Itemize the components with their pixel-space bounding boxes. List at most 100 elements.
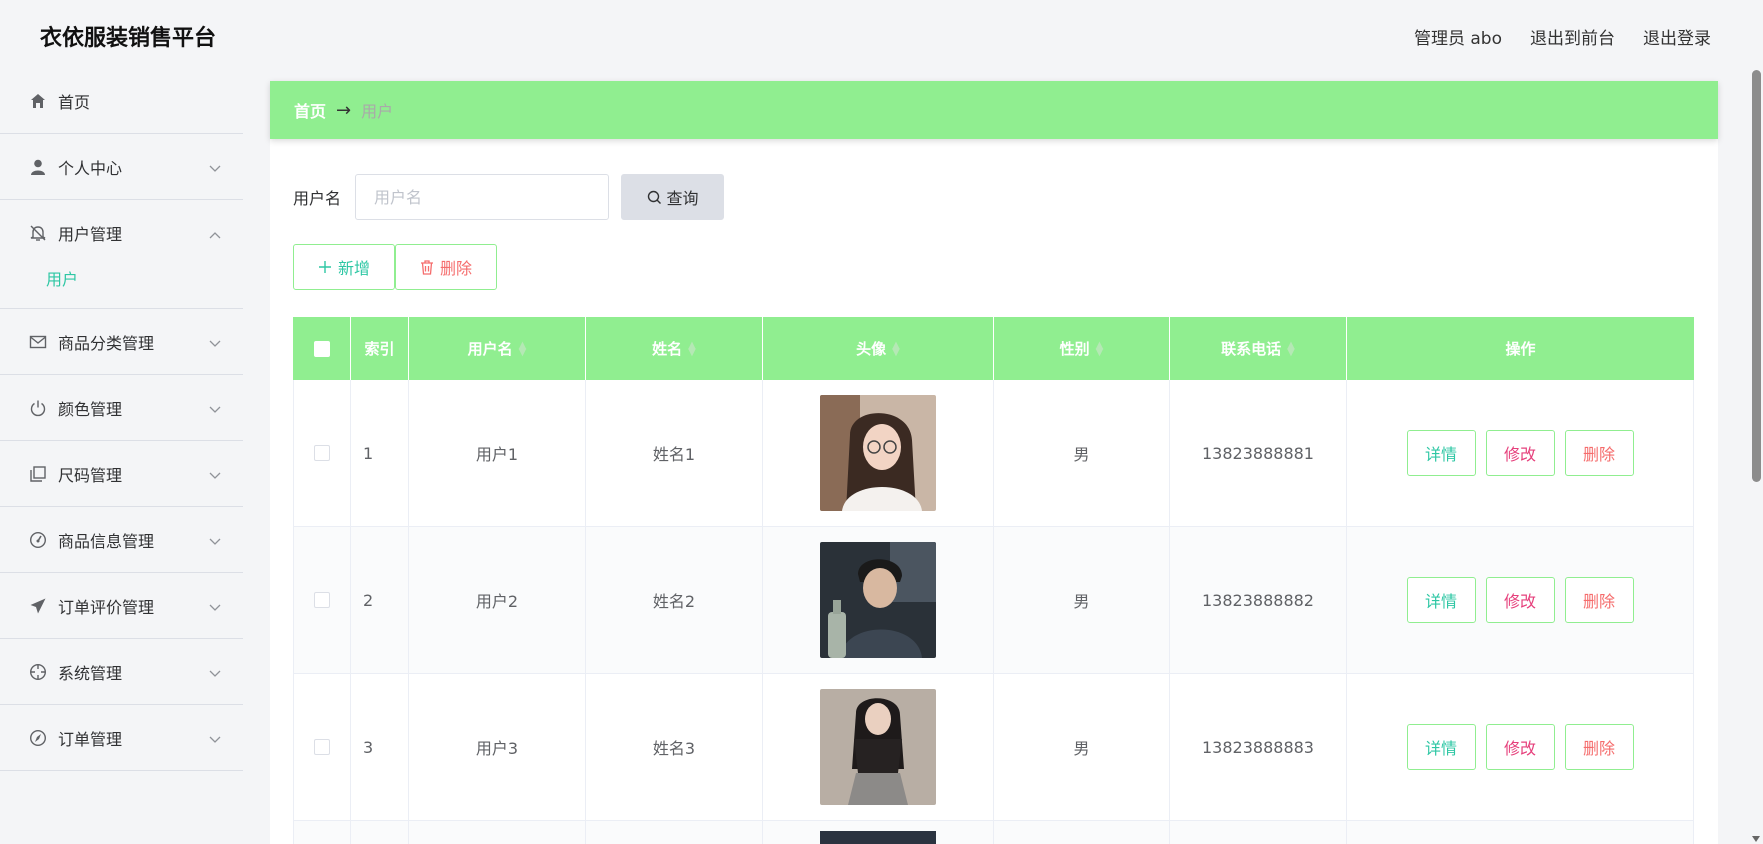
- compass-icon: [28, 728, 48, 748]
- chevron-down-icon: [209, 333, 221, 352]
- sidebar-item-home[interactable]: 首页: [0, 68, 243, 134]
- delete-button[interactable]: 删除: [1564, 577, 1634, 623]
- row-index: [351, 821, 409, 844]
- table-row: [293, 821, 1694, 844]
- sidebar-item-label: 用户管理: [58, 225, 123, 244]
- row-avatar-cell: [763, 527, 994, 673]
- add-button-label: 新增: [337, 259, 370, 278]
- edit-button[interactable]: 修改: [1485, 724, 1555, 770]
- sidebar-item-label: 系统管理: [58, 663, 123, 683]
- admin-label[interactable]: 管理员 abo: [1414, 24, 1502, 49]
- bell-off-icon: [28, 223, 48, 243]
- col-phone-label: 联系电话: [1221, 340, 1282, 358]
- table-row: 2 用户2 姓名2 男 13823888882 详情 修改 删除: [293, 527, 1694, 674]
- sidebar-item-label: 商品分类管理: [58, 333, 155, 353]
- sidebar-item-system-management[interactable]: 系统管理: [0, 639, 243, 705]
- row-actions: 详情 修改 删除: [1347, 527, 1694, 673]
- row-select-cell: [293, 674, 351, 820]
- row-checkbox[interactable]: [314, 445, 330, 461]
- col-name-label: 姓名: [652, 340, 683, 358]
- chevron-down-icon: [209, 729, 221, 748]
- row-select-cell: [293, 821, 351, 844]
- sidebar-item-size-management[interactable]: 尺码管理: [0, 441, 243, 507]
- delete-button[interactable]: 删除: [1564, 430, 1634, 476]
- top-links: 管理员 abo 退出到前台 退出登录: [1414, 24, 1711, 49]
- chevron-down-icon: [209, 399, 221, 418]
- sidebar-item-review-management[interactable]: 订单评价管理: [0, 573, 243, 639]
- sidebar-item-product-info-management[interactable]: 商品信息管理: [0, 507, 243, 573]
- sidebar-item-color-management[interactable]: 颜色管理: [0, 375, 243, 441]
- logout-link[interactable]: 退出登录: [1643, 24, 1711, 49]
- page-scrollbar[interactable]: [1750, 68, 1763, 844]
- edit-button[interactable]: 修改: [1485, 430, 1555, 476]
- delete-button-label: 删除: [439, 259, 472, 278]
- row-select-cell: [293, 380, 351, 526]
- sort-icon[interactable]: ▲ ▼: [1096, 340, 1104, 357]
- row-actions: [1347, 821, 1694, 844]
- row-username: 用户2: [409, 527, 586, 673]
- exit-to-front-link[interactable]: 退出到前台: [1530, 24, 1615, 49]
- batch-delete-button[interactable]: 删除: [395, 244, 497, 290]
- sidebar-subitem-users[interactable]: 用户: [0, 266, 243, 308]
- scroll-down-arrow-icon[interactable]: [1752, 836, 1760, 842]
- row-select-cell: [293, 527, 351, 673]
- row-gender: 男: [994, 527, 1170, 673]
- sidebar-item-category-management[interactable]: 商品分类管理: [0, 309, 243, 375]
- sidebar-item-label: 商品信息管理: [58, 531, 155, 551]
- sidebar-item-order-management[interactable]: 订单管理: [0, 705, 243, 771]
- main-content: 首页 → 用户 用户名 查询 新增 删除 索引 用户名 ▲▼ 姓名 ▲▼ 头像 ▲▼ …: [270, 81, 1718, 844]
- col-operations: 操作: [1505, 340, 1536, 358]
- col-avatar[interactable]: 头像 ▲ ▼: [763, 317, 994, 380]
- avatar-image[interactable]: [820, 395, 936, 511]
- search-button-label: 查询: [666, 189, 699, 208]
- chevron-down-icon: [209, 158, 221, 177]
- search-label: 用户名: [293, 189, 342, 208]
- sidebar-item-personal-center[interactable]: 个人中心: [0, 134, 243, 200]
- search-form: 用户名 查询: [293, 174, 725, 220]
- avatar-image[interactable]: [820, 689, 936, 805]
- home-icon: [28, 91, 48, 111]
- row-name: [586, 821, 763, 844]
- search-icon: [647, 190, 661, 204]
- select-all-checkbox[interactable]: [313, 340, 330, 357]
- breadcrumb-home[interactable]: 首页: [294, 98, 326, 122]
- col-username[interactable]: 用户名 ▲ ▼: [409, 317, 586, 380]
- detail-button[interactable]: 详情: [1406, 724, 1476, 770]
- add-button[interactable]: 新增: [293, 244, 395, 290]
- breadcrumb: 首页 → 用户: [270, 81, 1718, 139]
- sort-icon[interactable]: ▲ ▼: [1287, 340, 1295, 357]
- col-phone[interactable]: 联系电话 ▲ ▼: [1170, 317, 1347, 380]
- table-row: 1 用户1 姓名1 男 13823888881 详情 修改 删除: [293, 380, 1694, 527]
- avatar-image[interactable]: [820, 831, 936, 844]
- user-icon: [28, 157, 48, 177]
- sort-icon[interactable]: ▲ ▼: [519, 340, 527, 357]
- col-index: 索引: [351, 317, 409, 380]
- row-username: [409, 821, 586, 844]
- row-phone: 13823888882: [1170, 527, 1347, 673]
- row-actions: 详情 修改 删除: [1347, 380, 1694, 526]
- avatar-image[interactable]: [820, 542, 936, 658]
- chevron-down-icon: [209, 597, 221, 616]
- search-button[interactable]: 查询: [621, 174, 725, 220]
- detail-button[interactable]: 详情: [1406, 430, 1476, 476]
- sort-icon[interactable]: ▲ ▼: [688, 340, 696, 357]
- sort-icon[interactable]: ▲ ▼: [892, 340, 900, 357]
- mail-icon: [28, 332, 48, 352]
- row-index: 3: [351, 674, 409, 820]
- row-checkbox[interactable]: [314, 739, 330, 755]
- detail-button[interactable]: 详情: [1406, 577, 1476, 623]
- row-name: 姓名1: [586, 380, 763, 526]
- col-avatar-label: 头像: [856, 340, 887, 358]
- sidebar-item-user-management[interactable]: 用户管理: [0, 200, 243, 266]
- row-checkbox[interactable]: [314, 592, 330, 608]
- edit-button[interactable]: 修改: [1485, 577, 1555, 623]
- col-gender[interactable]: 性别 ▲ ▼: [994, 317, 1170, 380]
- username-search-input[interactable]: [355, 174, 610, 220]
- send-icon: [28, 596, 48, 616]
- delete-button[interactable]: 删除: [1564, 724, 1634, 770]
- table-row: 3 用户3 姓名3 男 13823888883 详情 修改 删除: [293, 674, 1694, 821]
- breadcrumb-current: 用户: [361, 102, 394, 121]
- col-name[interactable]: 姓名 ▲ ▼: [586, 317, 763, 380]
- row-actions: 详情 修改 删除: [1347, 674, 1694, 820]
- scrollbar-thumb[interactable]: [1752, 70, 1761, 482]
